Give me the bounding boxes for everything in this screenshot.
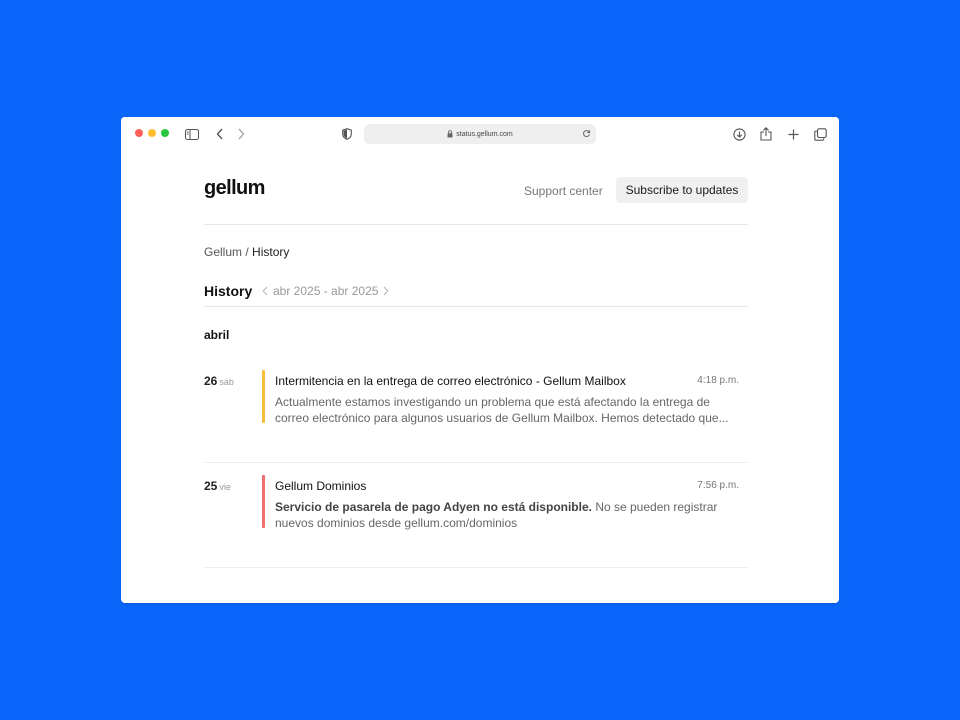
incident-weekday: sáb xyxy=(219,377,234,387)
page-header: gellum Support center Subscribe to updat… xyxy=(204,151,748,225)
incident-date: 25 vie xyxy=(204,479,231,493)
breadcrumb-root[interactable]: Gellum xyxy=(204,245,242,259)
incident-title[interactable]: Intermitencia en la entrega de correo el… xyxy=(275,374,745,388)
gellum-logo[interactable]: gellum xyxy=(204,177,265,200)
incident-item[interactable]: 26 sáb Intermitencia en la entrega de cor… xyxy=(204,370,748,463)
status-page: gellum Support center Subscribe to updat… xyxy=(204,151,748,568)
minimize-window-button[interactable] xyxy=(148,129,156,137)
forward-icon[interactable] xyxy=(232,125,250,143)
incident-item[interactable]: 25 vie Gellum Dominios 7:56 p.m. Servicio… xyxy=(204,475,748,568)
support-center-link[interactable]: Support center xyxy=(524,184,603,198)
incident-description: Actualmente estamos investigando un prob… xyxy=(275,395,729,425)
tabs-overview-icon[interactable] xyxy=(811,125,829,143)
incident-time: 4:18 p.m. xyxy=(697,375,739,386)
reload-icon[interactable] xyxy=(582,129,591,138)
incident-day: 26 xyxy=(204,374,218,388)
incident-severity-bar xyxy=(262,475,265,528)
address-bar[interactable]: status.gellum.com xyxy=(364,124,596,144)
back-icon[interactable] xyxy=(211,125,229,143)
lock-icon xyxy=(447,130,453,138)
breadcrumb-separator: / xyxy=(242,245,253,259)
breadcrumb: Gellum / History xyxy=(204,245,289,259)
incident-description-highlight: Servicio de pasarela de pago Adyen no es… xyxy=(275,500,592,514)
shield-icon[interactable] xyxy=(338,125,356,143)
close-window-button[interactable] xyxy=(135,129,143,137)
incident-day: 25 xyxy=(204,479,218,493)
incident-time: 7:56 p.m. xyxy=(697,480,739,491)
history-toolbar: History abr 2025 - abr 2025 xyxy=(204,278,748,307)
browser-toolbar: status.gellum.com xyxy=(121,117,839,151)
incident-date: 26 sáb xyxy=(204,374,234,388)
history-title: History xyxy=(204,283,253,299)
sidebar-icon[interactable] xyxy=(183,125,201,143)
subscribe-button[interactable]: Subscribe to updates xyxy=(616,177,748,203)
incident-body: Intermitencia en la entrega de correo el… xyxy=(275,374,745,426)
date-range-label: abr 2025 - abr 2025 xyxy=(273,284,379,298)
incident-severity-bar xyxy=(262,370,265,423)
url-text: status.gellum.com xyxy=(456,130,513,138)
incident-title[interactable]: Gellum Dominios xyxy=(275,479,745,493)
incident-body: Gellum Dominios 7:56 p.m. Servicio de pa… xyxy=(275,479,745,531)
breadcrumb-current: History xyxy=(252,245,290,259)
share-icon[interactable] xyxy=(757,125,775,143)
new-tab-icon[interactable] xyxy=(784,125,802,143)
browser-window: status.gellum.com gellum Support center … xyxy=(121,117,839,603)
date-range-selector: abr 2025 - abr 2025 xyxy=(262,284,389,298)
chevron-left-icon[interactable] xyxy=(262,286,268,296)
incident-weekday: vie xyxy=(219,482,231,492)
window-controls xyxy=(135,129,169,137)
incident-description: Servicio de pasarela de pago Adyen no es… xyxy=(275,499,745,531)
chevron-right-icon[interactable] xyxy=(383,286,389,296)
download-icon[interactable] xyxy=(730,125,748,143)
month-heading: abril xyxy=(204,328,230,342)
zoom-window-button[interactable] xyxy=(161,129,169,137)
